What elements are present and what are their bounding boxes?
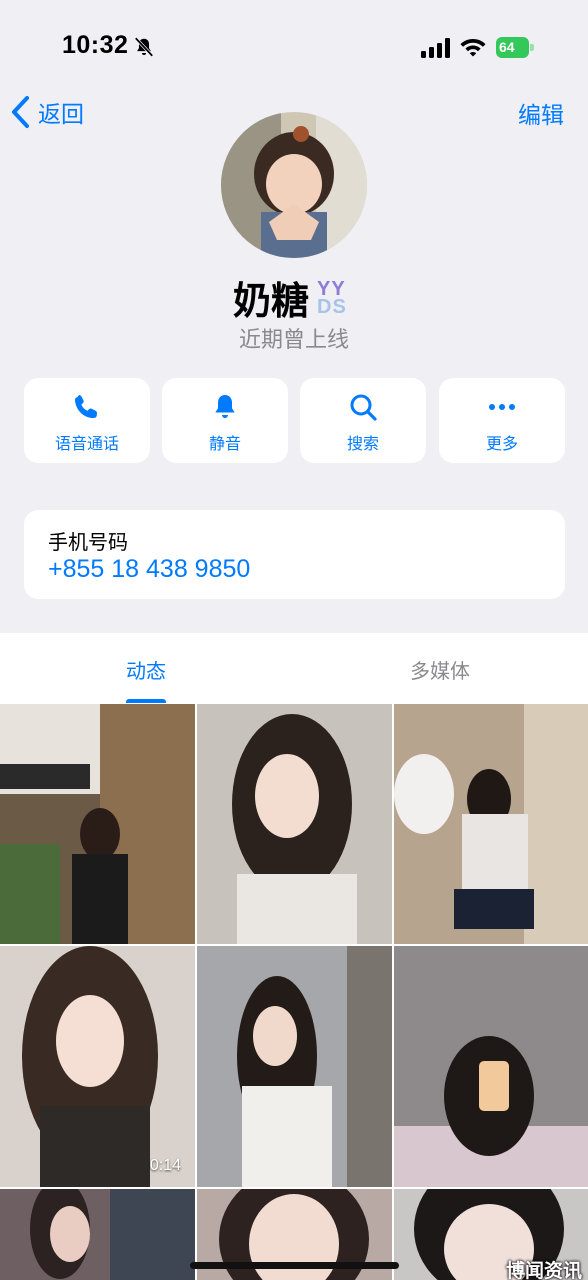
badge-bottom-text: DS [317,295,347,318]
media-photo [0,704,195,944]
voice-call-label: 语音通话 [54,436,119,453]
tab-posts[interactable]: 动态 [126,655,166,684]
more-button[interactable]: 更多 [439,378,565,463]
search-button[interactable]: 搜索 [300,378,426,463]
home-indicator[interactable] [190,1262,399,1269]
search-label: 搜索 [346,436,379,453]
contact-name: 奶糖 [232,281,309,323]
chevron-left-icon [12,96,29,128]
search-icon [350,394,377,421]
mute-label: 静音 [208,436,241,453]
watermark-text: 博闻资讯 [505,1261,582,1280]
battery-cap [530,44,534,51]
name-row: 奶糖 YY DS [0,270,588,325]
last-seen-status: 近期曾上线 [238,327,349,352]
name-emoji-badge: YY DS [317,278,355,318]
active-tab-indicator [126,699,166,703]
mute-button[interactable]: 静音 [162,378,288,463]
media-photo [197,704,392,944]
battery-percent: 64 [499,39,515,55]
bell-icon [215,395,235,418]
avatar[interactable] [221,112,367,258]
contact-profile-screen: 10:32 64 返回 编辑 奶糖 YY DS 近期曾上线 语音通话 静音 搜索… [0,0,588,1280]
phone-number-label: 手机号码 [48,532,128,554]
media-photo [394,946,588,1187]
phone-number-value[interactable]: +855 18 438 9850 [48,555,250,584]
media-thumbnail[interactable] [394,704,588,944]
video-duration: 0:14 [149,1157,181,1174]
media-photo [0,1189,195,1280]
more-icon [489,404,515,410]
media-thumbnail[interactable] [197,946,392,1187]
battery-level: 64 [496,37,529,58]
media-thumbnail[interactable] [197,704,392,944]
tab-media[interactable]: 多媒体 [410,655,470,684]
status-bar: 10:32 64 [0,0,588,92]
voice-call-button[interactable]: 语音通话 [24,378,150,463]
media-grid: 0:14 [0,704,588,1280]
back-label: 返回 [38,101,84,127]
media-thumbnail[interactable] [0,1189,195,1280]
media-thumbnail[interactable] [394,946,588,1187]
phone-icon [74,395,98,419]
media-thumbnail[interactable] [0,704,195,944]
media-photo [197,946,392,1187]
media-photo [394,704,588,944]
bell-off-icon [134,37,154,57]
action-button-row: 语音通话 静音 搜索 更多 [24,378,565,463]
cellular-signal-icon [421,38,450,58]
back-button[interactable]: 返回 [10,92,84,132]
media-photo [0,946,195,1187]
video-thumbnail[interactable]: 0:14 [0,946,195,1187]
avatar-photo [221,112,367,258]
status-time: 10:32 [62,31,129,59]
badge-top-text: YY [317,277,346,300]
edit-button[interactable]: 编辑 [518,96,564,130]
more-label: 更多 [485,436,518,453]
phone-number-card: 手机号码 +855 18 438 9850 [24,510,565,599]
profile-tab-bar: 动态 多媒体 [0,633,588,704]
wifi-icon [460,39,486,57]
